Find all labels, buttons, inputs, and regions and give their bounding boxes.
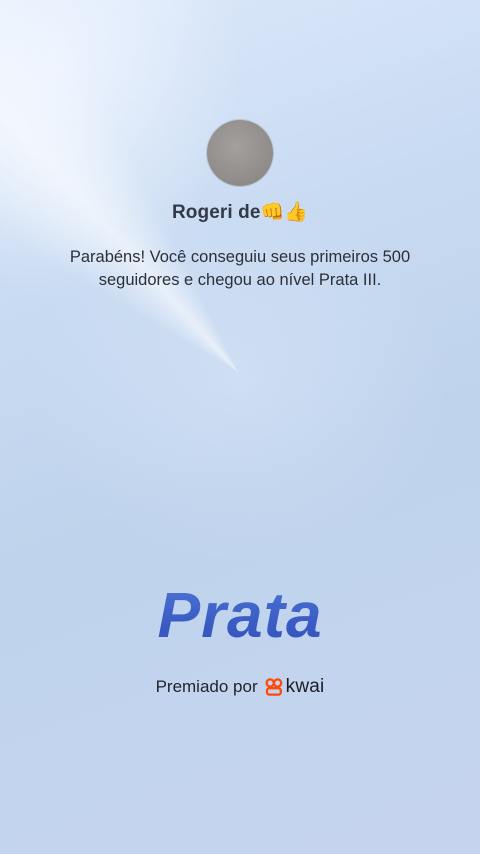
sponsor-label: Premiado por — [155, 677, 258, 696]
level-title: Prata — [0, 578, 480, 652]
sponsor-brand: kwai — [285, 676, 325, 697]
username: Rogeri de👊👍 — [171, 202, 309, 223]
congratulations-message: Parabéns! Você conseguiu seus primeiros … — [69, 248, 411, 289]
avatar[interactable] — [207, 120, 273, 186]
kwai-logo-icon — [264, 677, 284, 697]
sponsor-line: Premiado por kwai — [0, 676, 480, 698]
